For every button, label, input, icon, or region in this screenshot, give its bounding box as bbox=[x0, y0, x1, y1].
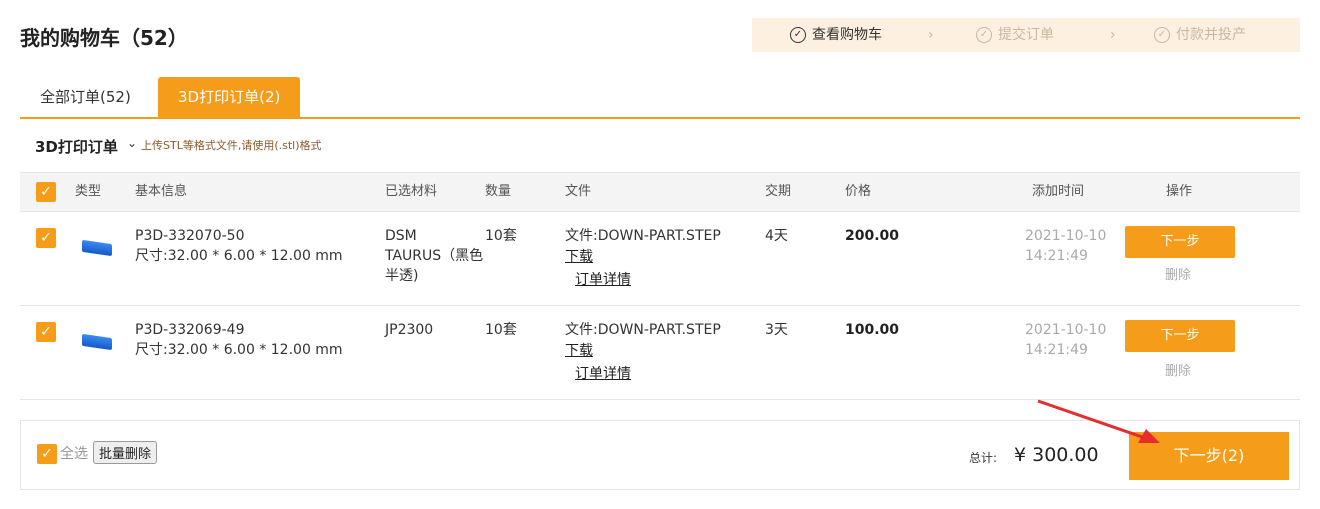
tab-underline bbox=[20, 117, 1300, 119]
col-added-time: 添加时间 bbox=[1032, 184, 1085, 199]
page-title: 我的购物车（52） bbox=[20, 26, 188, 50]
checkout-steps: ✓ 查看购物车 › ✓ 提交订单 › ✓ 付款并投产 bbox=[752, 18, 1300, 52]
step-pay-produce: ✓ 付款并投产 bbox=[1154, 18, 1246, 52]
col-material: 已选材料 bbox=[385, 184, 438, 199]
col-price: 价格 bbox=[845, 184, 872, 199]
price: 100.00 bbox=[845, 322, 900, 338]
file-name: 文件:DOWN-PART.STEP bbox=[565, 228, 721, 244]
quantity: 10套 bbox=[485, 228, 517, 244]
delete-link[interactable]: 删除 bbox=[1165, 360, 1191, 379]
download-link[interactable]: 下载 bbox=[565, 247, 593, 267]
step-label: 提交订单 bbox=[998, 27, 1054, 43]
material-line: 半透) bbox=[385, 268, 419, 284]
col-file: 文件 bbox=[565, 184, 592, 199]
select-all-checkbox[interactable]: ✓ bbox=[37, 444, 57, 464]
part-id: P3D-332069-49 bbox=[135, 322, 245, 338]
red-pointer-arrow bbox=[1037, 399, 1160, 443]
chevron-right-icon: › bbox=[1110, 27, 1116, 43]
added-date: 2021-10-10 bbox=[1025, 322, 1107, 338]
row-checkbox[interactable]: ✓ bbox=[36, 322, 56, 342]
material-line: JP2300 bbox=[385, 322, 434, 338]
col-lead-time: 交期 bbox=[765, 184, 792, 199]
step-submit-order: ✓ 提交订单 bbox=[976, 18, 1054, 52]
tab-3d-print-orders[interactable]: 3D打印订单(2) bbox=[158, 77, 301, 117]
part-thumbnail-icon bbox=[82, 333, 112, 351]
chevron-right-icon: › bbox=[928, 27, 934, 43]
added-date: 2021-10-10 bbox=[1025, 228, 1107, 244]
part-thumbnail-icon bbox=[82, 239, 112, 257]
upload-hint: 上传STL等格式文件,请使用(.stl)格式 bbox=[141, 139, 322, 152]
lead-time: 4天 bbox=[765, 228, 788, 244]
tab-all-orders[interactable]: 全部订单(52) bbox=[20, 77, 151, 117]
delete-link[interactable]: 删除 bbox=[1165, 264, 1191, 283]
part-id: P3D-332070-50 bbox=[135, 228, 245, 244]
check-circle-icon: ✓ bbox=[1154, 27, 1170, 43]
download-link[interactable]: 下载 bbox=[565, 341, 593, 361]
col-basic-info: 基本信息 bbox=[135, 184, 188, 199]
added-time: 14:21:49 bbox=[1025, 248, 1088, 264]
select-all-label[interactable]: 全选 bbox=[60, 443, 88, 463]
added-time: 14:21:49 bbox=[1025, 342, 1088, 358]
total-label: 总计: bbox=[969, 451, 998, 465]
table-header: ✓ 类型 基本信息 已选材料 数量 文件 交期 价格 添加时间 操作 bbox=[20, 172, 1300, 212]
order-detail-link[interactable]: 订单详情 bbox=[575, 364, 631, 384]
select-all-checkbox-header[interactable]: ✓ bbox=[36, 182, 56, 202]
next-step-button[interactable]: 下一步 bbox=[1125, 320, 1235, 352]
price: 200.00 bbox=[845, 228, 900, 244]
step-label: 查看购物车 bbox=[812, 27, 882, 43]
check-circle-icon: ✓ bbox=[790, 27, 806, 43]
col-type: 类型 bbox=[75, 184, 102, 199]
table-row: ✓ P3D-332069-49 尺寸:32.00 * 6.00 * 12.00 … bbox=[20, 306, 1300, 400]
col-actions: 操作 bbox=[1166, 184, 1193, 199]
col-quantity: 数量 bbox=[485, 184, 512, 199]
next-step-button[interactable]: 下一步 bbox=[1125, 226, 1235, 258]
material-line: TAURUS（黑色 bbox=[385, 248, 484, 264]
check-circle-icon: ✓ bbox=[976, 27, 992, 43]
chevron-down-icon[interactable]: ⌄ bbox=[127, 136, 137, 150]
step-label: 付款并投产 bbox=[1176, 27, 1246, 43]
order-detail-link[interactable]: 订单详情 bbox=[575, 270, 631, 290]
part-size: 尺寸:32.00 * 6.00 * 12.00 mm bbox=[135, 342, 343, 358]
step-view-cart: ✓ 查看购物车 bbox=[790, 18, 882, 52]
section-title: 3D打印订单 bbox=[35, 138, 118, 156]
quantity: 10套 bbox=[485, 322, 517, 338]
material-line: DSM bbox=[385, 228, 417, 244]
row-checkbox[interactable]: ✓ bbox=[36, 228, 56, 248]
batch-delete-button[interactable]: 批量删除 bbox=[93, 441, 158, 464]
part-size: 尺寸:32.00 * 6.00 * 12.00 mm bbox=[135, 248, 343, 264]
table-row: ✓ P3D-332070-50 尺寸:32.00 * 6.00 * 12.00 … bbox=[20, 212, 1300, 306]
lead-time: 3天 bbox=[765, 322, 788, 338]
file-name: 文件:DOWN-PART.STEP bbox=[565, 322, 721, 338]
